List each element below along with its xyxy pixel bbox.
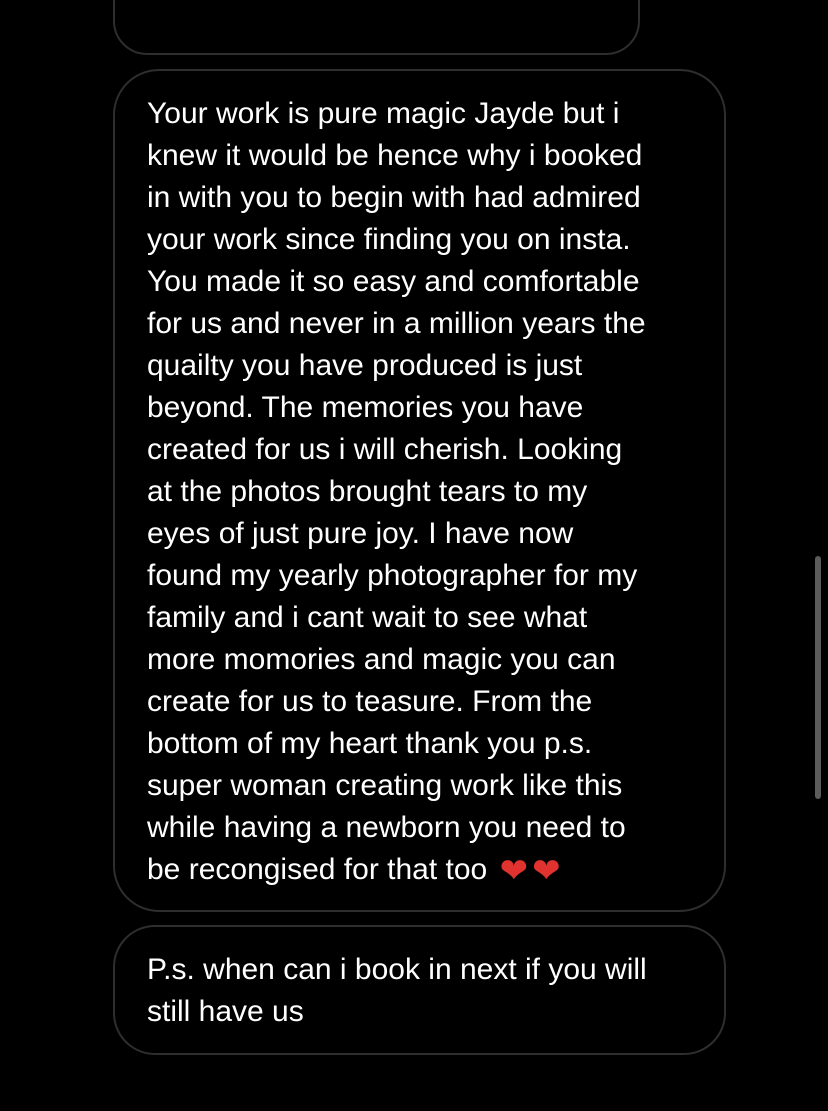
message-line: bottom of my heart thank you p.s. bbox=[147, 727, 593, 760]
message-bubble-main[interactable]: Your work is pure magic Jayde but i knew… bbox=[113, 69, 726, 912]
red-heart-icon: ❤ bbox=[499, 851, 529, 891]
message-line: Your work is pure magic Jayde but i bbox=[147, 97, 620, 130]
message-line: at the photos brought tears to my bbox=[147, 475, 588, 508]
message-line: super woman creating work like this bbox=[147, 769, 623, 802]
message-line: eyes of just pure joy. I have now bbox=[147, 517, 574, 550]
message-line: created for us i will cherish. Looking bbox=[147, 433, 623, 466]
message-line: found my yearly photographer for my bbox=[147, 559, 638, 592]
message-bubble-ps[interactable]: P.s. when can i book in next if you will… bbox=[113, 925, 726, 1055]
message-line: more momories and magic you can bbox=[147, 643, 616, 676]
previous-message-bubble[interactable] bbox=[113, 0, 640, 55]
message-text: P.s. when can i book in next if you will… bbox=[147, 949, 704, 1033]
message-line: your work since finding you on insta. bbox=[147, 223, 631, 256]
message-line: in with you to begin with had admired bbox=[147, 181, 641, 214]
message-line: beyond. The memories you have bbox=[147, 391, 584, 424]
message-line: knew it would be hence why i booked bbox=[147, 139, 643, 172]
message-line: for us and never in a million years the bbox=[147, 307, 646, 340]
message-line: create for us to teasure. From the bbox=[147, 685, 593, 718]
scrollbar-thumb[interactable] bbox=[815, 556, 821, 799]
message-text: Your work is pure magic Jayde but i knew… bbox=[147, 93, 704, 891]
message-line: P.s. when can i book in next if you will bbox=[147, 953, 647, 986]
message-line: family and i cant wait to see what bbox=[147, 601, 588, 634]
message-line: quailty you have produced is just bbox=[147, 349, 583, 382]
message-line: be recongised for that too bbox=[147, 853, 488, 886]
message-line: while having a newborn you need to bbox=[147, 811, 626, 844]
red-heart-icon: ❤ bbox=[532, 851, 561, 891]
message-thread: Your work is pure magic Jayde but i knew… bbox=[0, 0, 828, 1111]
message-line: You made it so easy and comfortable bbox=[147, 265, 640, 298]
message-line: still have us bbox=[147, 995, 304, 1028]
